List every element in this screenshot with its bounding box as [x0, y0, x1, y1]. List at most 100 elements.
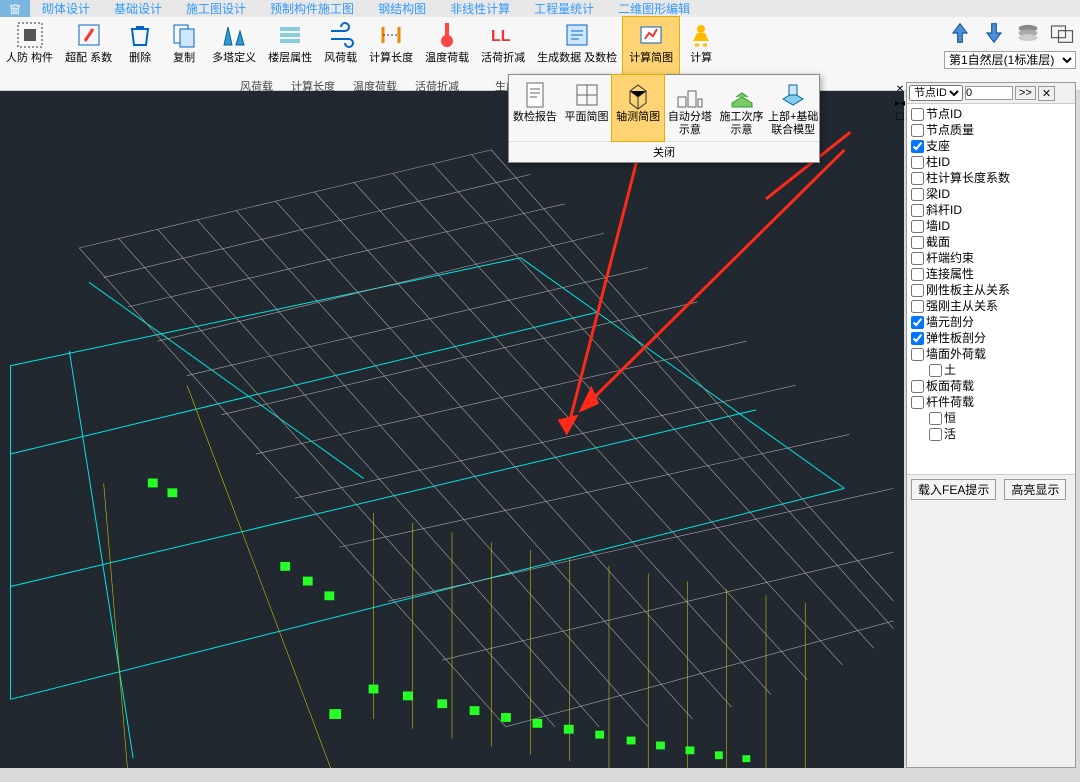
report-icon [519, 79, 551, 111]
combined-icon [777, 79, 809, 111]
fbtn-auto-tower[interactable]: 自动分塔 示意 [664, 75, 716, 141]
live-load-icon: LL [487, 19, 519, 51]
opt-row[interactable]: 恒 [911, 410, 1071, 426]
opt-row[interactable]: 墙元剖分 [911, 314, 1071, 330]
display-options-tree[interactable]: 节点ID节点质量支座柱ID柱计算长度系数梁ID斜杆ID墙ID截面杆端约束连接属性… [907, 104, 1075, 474]
floor-select[interactable]: 第1自然层(1标准层) [944, 51, 1076, 69]
opt-活[interactable] [929, 428, 942, 441]
opt-row[interactable]: 连接属性 [911, 266, 1071, 282]
opt-恒[interactable] [929, 412, 942, 425]
opt-row[interactable]: 支座 [911, 138, 1071, 154]
opt-row[interactable]: 柱计算长度系数 [911, 170, 1071, 186]
panel-expand-icon[interactable]: ☐ [893, 111, 907, 125]
tab-nonlinear[interactable]: 非线性计算 [438, 0, 522, 18]
opt-row[interactable]: 活 [911, 426, 1071, 442]
opt-row[interactable]: 弹性板剖分 [911, 330, 1071, 346]
btn-overfit[interactable]: 超配 系数 [59, 17, 118, 90]
opt-row[interactable]: 墙面外荷载 [911, 346, 1071, 362]
fbtn-axon-view[interactable]: 轴测简图 [612, 75, 664, 141]
opt-row[interactable]: 强刚主从关系 [911, 298, 1071, 314]
opt-row[interactable]: 土 [911, 362, 1071, 378]
model-viewport[interactable] [0, 91, 904, 768]
btn-copy[interactable]: 复制 [162, 17, 206, 90]
opt-row[interactable]: 墙ID [911, 218, 1071, 234]
property-panel: ✕ ▸◂ ☐ 节点ID >> ✕ 节点ID节点质量支座柱ID柱计算长度系数梁ID… [906, 82, 1076, 768]
opt-row[interactable]: 节点质量 [911, 122, 1071, 138]
shelter-icon [14, 19, 46, 51]
delete-icon [124, 19, 156, 51]
go-button[interactable]: >> [1015, 86, 1036, 100]
float-caption: 关闭 [509, 141, 819, 162]
opt-杆件荷载[interactable] [911, 396, 924, 409]
opt-row[interactable]: 截面 [911, 234, 1071, 250]
opt-板面荷载[interactable] [911, 380, 924, 393]
ribbon-tools: 第1自然层(1标准层) [940, 17, 1080, 91]
arrow-up-icon[interactable] [946, 21, 974, 45]
opt-斜杆ID[interactable] [911, 204, 924, 217]
opt-强刚主从关系[interactable] [911, 300, 924, 313]
axon-icon [622, 79, 654, 111]
fbtn-check-report[interactable]: 数检报告 [509, 75, 561, 141]
overfit-icon [73, 19, 105, 51]
temp-icon [431, 19, 463, 51]
construction-icon [726, 79, 758, 111]
length-icon [375, 19, 407, 51]
id-type-select[interactable]: 节点ID [909, 85, 963, 101]
app-menu-icon[interactable]: 窗 [0, 0, 30, 17]
window-icon[interactable] [1048, 21, 1076, 45]
tab-quantity[interactable]: 工程量统计 [522, 0, 606, 18]
opt-柱ID[interactable] [911, 156, 924, 169]
btn-shelter[interactable]: 人防 构件 [0, 17, 59, 90]
opt-梁ID[interactable] [911, 188, 924, 201]
id-input[interactable] [965, 86, 1013, 100]
opt-row[interactable]: 柱ID [911, 154, 1071, 170]
highlight-button[interactable]: 高亮显示 [1004, 479, 1066, 500]
opt-墙面外荷载[interactable] [911, 348, 924, 361]
tab-masonry[interactable]: 砌体设计 [30, 0, 102, 18]
opt-row[interactable]: 梁ID [911, 186, 1071, 202]
opt-柱计算长度系数[interactable] [911, 172, 924, 185]
load-fea-button[interactable]: 载入FEA提示 [911, 479, 996, 500]
auto-tower-icon [674, 79, 706, 111]
opt-支座[interactable] [911, 140, 924, 153]
opt-row[interactable]: 刚性板主从关系 [911, 282, 1071, 298]
panel-x-button[interactable]: ✕ [1038, 86, 1055, 101]
tab-construction-drawing[interactable]: 施工图设计 [174, 0, 258, 18]
opt-连接属性[interactable] [911, 268, 924, 281]
fbtn-plan-view[interactable]: 平面简图 [561, 75, 613, 141]
tab-precast[interactable]: 预制构件施工图 [258, 0, 366, 18]
opt-row[interactable]: 斜杆ID [911, 202, 1071, 218]
panel-close-icon[interactable]: ✕ [893, 83, 907, 97]
fbtn-construction[interactable]: 施工次序 示意 [716, 75, 768, 141]
menubar: 窗 砌体设计 基础设计 施工图设计 预制构件施工图 钢结构图 非线性计算 工程量… [0, 0, 1080, 17]
opt-弹性板剖分[interactable] [911, 332, 924, 345]
layers-icon[interactable] [1014, 21, 1042, 45]
arrow-down-icon[interactable] [980, 21, 1008, 45]
opt-杆端约束[interactable] [911, 252, 924, 265]
status-bar [0, 768, 1080, 782]
tab-2d-edit[interactable]: 二维图形编辑 [606, 0, 702, 18]
diagram-icon [635, 19, 667, 51]
opt-刚性板主从关系[interactable] [911, 284, 924, 297]
opt-截面[interactable] [911, 236, 924, 249]
fbtn-combined[interactable]: 上部+基础 联合模型 [767, 75, 819, 141]
opt-墙元剖分[interactable] [911, 316, 924, 329]
opt-row[interactable]: 杆端约束 [911, 250, 1071, 266]
opt-row[interactable]: 杆件荷载 [911, 394, 1071, 410]
opt-row[interactable]: 节点ID [911, 106, 1071, 122]
btn-delete[interactable]: 删除 [118, 17, 162, 90]
wind-icon [325, 19, 357, 51]
gen-icon [561, 19, 593, 51]
opt-土[interactable] [929, 364, 942, 377]
opt-墙ID[interactable] [911, 220, 924, 233]
svg-text:LL: LL [491, 28, 511, 45]
panel-pin-icon[interactable]: ▸◂ [893, 97, 907, 111]
plan-icon [571, 79, 603, 111]
opt-节点ID[interactable] [911, 108, 924, 121]
opt-row[interactable]: 板面荷载 [911, 378, 1071, 394]
calc-diagram-dropdown: 数检报告 平面简图 轴测简图 自动分塔 示意 施工次序 示意 上部+基础 联合模… [508, 74, 820, 163]
tab-foundation[interactable]: 基础设计 [102, 0, 174, 18]
tab-steel[interactable]: 钢结构图 [366, 0, 438, 18]
opt-节点质量[interactable] [911, 124, 924, 137]
run-icon [685, 19, 717, 51]
